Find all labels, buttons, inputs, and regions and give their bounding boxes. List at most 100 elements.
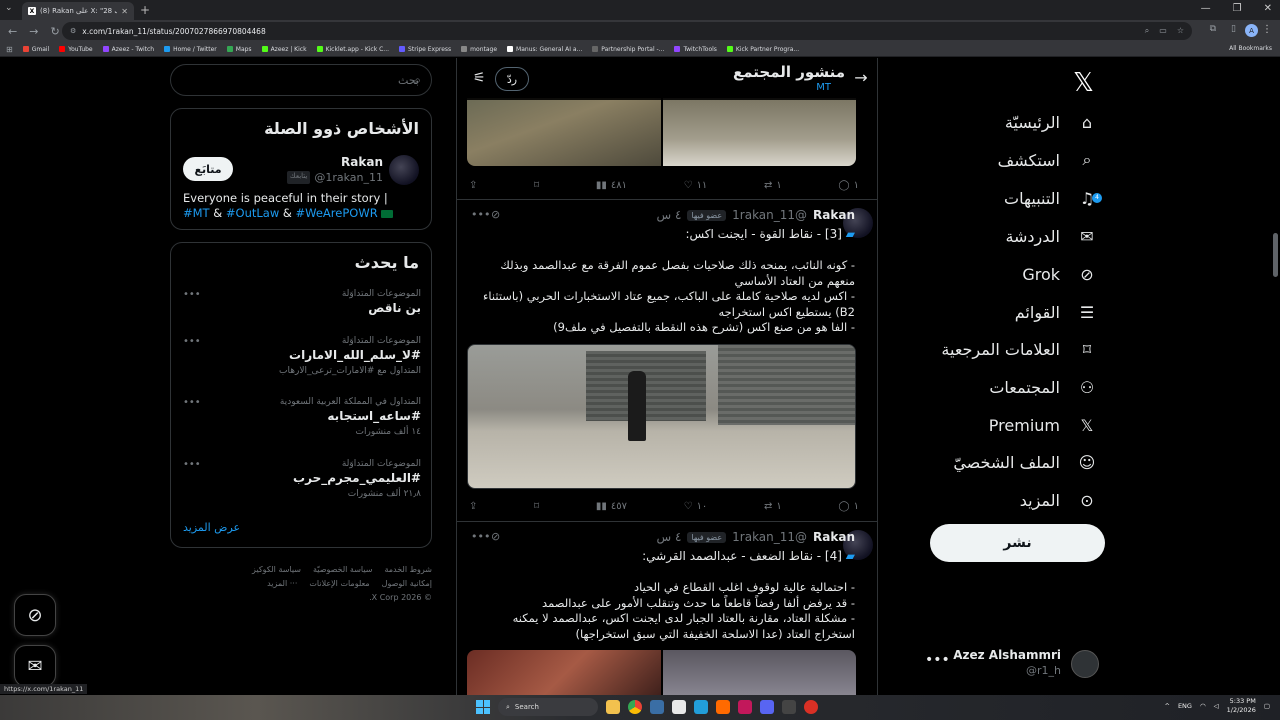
app-icon[interactable] — [804, 700, 818, 714]
site-info-icon[interactable]: ⚙ — [70, 27, 76, 35]
search-box[interactable]: ⌕ — [170, 64, 432, 96]
close-tab-icon[interactable]: ✕ — [121, 7, 128, 16]
like-stat[interactable]: ♡ ١١ — [684, 177, 708, 193]
post[interactable]: Rakan @1rakan_11 عضو فيها ٤ س ⊘ ••• ▰ [3… — [457, 199, 877, 519]
more-icon[interactable]: ••• — [183, 336, 201, 347]
post-button[interactable]: نشر — [930, 524, 1105, 562]
grok-floating-button[interactable]: ⊘ — [14, 594, 56, 636]
author-handle[interactable]: @1rakan_11 — [732, 208, 807, 222]
messages-floating-button[interactable]: ✉ — [14, 645, 56, 687]
repost-stat[interactable]: ⇄ ١ — [764, 498, 782, 514]
new-tab-icon[interactable]: + — [140, 3, 150, 17]
back-arrow-icon[interactable]: → — [845, 68, 877, 87]
grok-icon[interactable]: ⊘ — [491, 208, 500, 221]
all-bookmarks-button[interactable]: All Bookmarks — [1229, 45, 1272, 52]
app-icon[interactable] — [694, 700, 708, 714]
nav-item[interactable]: الرئيسيّة ⌂ — [1005, 104, 1100, 140]
more-icon[interactable]: ••• — [471, 208, 490, 221]
clock[interactable]: 5:33 PM 1/2/2026 — [1227, 697, 1256, 715]
more-icon[interactable]: ••• — [183, 289, 201, 300]
footer-link[interactable]: إمكانية الوصول — [382, 577, 432, 591]
bookmark-icon[interactable]: ⌑ — [534, 498, 539, 514]
bookmark-item[interactable]: Azeez | Kick — [261, 46, 307, 53]
share-icon[interactable]: ⇪ — [469, 498, 477, 514]
trend-item[interactable]: الموضوعات المتداوَلة #لا_سلم_الله_الامار… — [183, 336, 421, 386]
post-image[interactable] — [663, 650, 856, 695]
app-icon[interactable] — [738, 700, 752, 714]
post-time[interactable]: ٤ س — [656, 530, 681, 544]
reload-icon[interactable]: ↻ — [50, 25, 59, 38]
file-explorer-icon[interactable] — [606, 700, 620, 714]
nav-item[interactable]: Premium 𝕏 — [989, 407, 1100, 443]
browser-tab[interactable]: X (8) Rakan على X: "الملف 28 ... ✕ — [22, 2, 134, 20]
nav-item[interactable]: العلامات المرجعية ⌑ — [941, 331, 1100, 367]
avatar[interactable] — [389, 155, 419, 185]
app-icon[interactable] — [782, 700, 796, 714]
nav-item[interactable]: التنبيهات ♫ 4 — [1004, 180, 1102, 216]
nav-item[interactable]: القوائم ☰ — [1015, 294, 1100, 330]
more-icon[interactable]: ••• — [183, 397, 201, 408]
back-icon[interactable]: ← — [8, 25, 17, 38]
lang-indicator[interactable]: ENG — [1178, 702, 1192, 710]
grok-icon[interactable]: ⊘ — [491, 530, 500, 543]
footer-link[interactable]: شروط الخدمة — [384, 563, 432, 577]
more-icon[interactable]: ••• — [183, 459, 201, 470]
bookmark-item[interactable]: Maps — [226, 46, 252, 53]
bookmark-item[interactable]: TwitchTools — [674, 46, 717, 53]
views-stat[interactable]: ▮▮ ٤٥٧ — [596, 498, 627, 514]
repost-stat[interactable]: ⇄ ١ — [764, 177, 782, 193]
extensions-icon[interactable]: ⧉ — [1210, 24, 1216, 34]
author-name[interactable]: Rakan — [813, 208, 855, 222]
trend-item[interactable]: المتداول في المملكة العربية السعودية #سا… — [183, 397, 421, 447]
bio-hashtag[interactable]: #MT — [183, 206, 210, 220]
apps-icon[interactable]: ⊞ — [6, 45, 13, 54]
like-stat[interactable]: ♡ ١٠ — [684, 498, 708, 514]
volume-icon[interactable]: ◁ — [1214, 702, 1219, 710]
more-icon[interactable]: ••• — [925, 652, 950, 668]
app-icon[interactable] — [650, 700, 664, 714]
bookmark-item[interactable]: YouTube — [59, 46, 93, 53]
show-more-link[interactable]: عرض المزيد — [183, 521, 240, 534]
trend-item[interactable]: الموضوعات المتداوَلة بن ناقص ••• — [183, 289, 421, 339]
post-time[interactable]: ٤ س — [656, 208, 681, 222]
sidepanel-icon[interactable]: ▯ — [1231, 24, 1236, 34]
footer-link[interactable]: سياسة الخصوصيّة — [313, 563, 372, 577]
nav-item[interactable]: الدردشة ✉ — [1005, 218, 1100, 254]
bookmark-item[interactable]: Gmail — [22, 46, 49, 53]
nav-item[interactable]: Grok ⊘ — [1022, 256, 1100, 292]
avatar[interactable] — [1071, 650, 1099, 678]
author-name[interactable]: Rakan — [813, 530, 855, 544]
bookmark-item[interactable]: montage — [461, 46, 497, 53]
cast-icon[interactable]: ▭ — [1159, 26, 1167, 36]
nav-item[interactable]: استكشف ⌕ — [998, 142, 1100, 178]
maximize-icon[interactable]: ❐ — [1233, 3, 1242, 14]
nav-item[interactable]: المزيد ⊙ — [1020, 482, 1100, 518]
header-subtitle[interactable]: MT — [816, 82, 831, 93]
post-image[interactable] — [663, 98, 856, 166]
footer-link[interactable]: معلومات الإعلانات — [309, 577, 369, 591]
reply-stat[interactable]: ◯ ١ — [838, 177, 859, 193]
nav-item[interactable]: الملف الشخصيّ ☺ — [953, 444, 1100, 480]
url-field[interactable]: ⚙ x.com/1rakan_11/status/200702786697080… — [62, 22, 1192, 40]
star-icon[interactable]: ☆ — [1177, 26, 1184, 36]
post[interactable]: Rakan @1rakan_11 عضو فيها ٤ س ⊘ ••• ▰ [4… — [457, 521, 877, 695]
search-input[interactable] — [171, 65, 431, 95]
chrome-icon[interactable] — [628, 700, 642, 714]
account-switcher[interactable]: Azez Alshammri @r1_h ••• — [925, 644, 1105, 684]
bookmark-item[interactable]: Azeez - Twitch — [102, 46, 154, 53]
post-image[interactable] — [467, 98, 661, 166]
views-stat[interactable]: ▮▮ ٤٨١ — [596, 177, 627, 193]
start-icon[interactable] — [476, 700, 490, 714]
nav-item[interactable]: المجتمعات ⚇ — [989, 369, 1100, 405]
scroll-thumb[interactable] — [1273, 233, 1278, 277]
tab-search-icon[interactable]: ⌄ — [5, 3, 13, 13]
bookmark-item[interactable]: Stripe Express — [399, 46, 451, 53]
reply-button[interactable]: ردّ — [495, 67, 529, 91]
trend-item[interactable]: الموضوعات المتداوَلة #العليمي_مجرم_حرب ٢… — [183, 459, 421, 509]
notification-icon[interactable]: ▢ — [1264, 702, 1270, 710]
author-handle[interactable]: @1rakan_11 — [732, 530, 807, 544]
app-icon[interactable] — [672, 700, 686, 714]
related-name[interactable]: Rakan — [341, 155, 383, 169]
following-button[interactable]: متابَع — [183, 157, 233, 181]
bookmark-item[interactable]: Kicklet.app - Kick C... — [316, 46, 389, 53]
